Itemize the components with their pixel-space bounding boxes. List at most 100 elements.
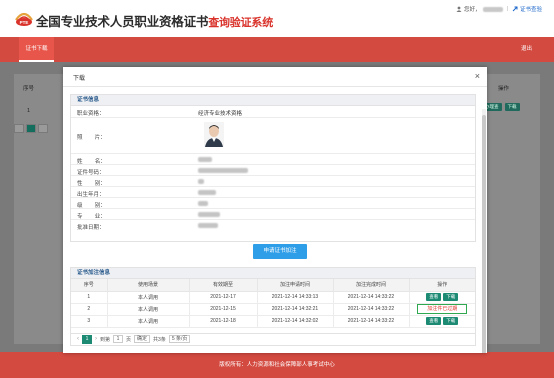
field-major: 专 业： — [71, 209, 475, 220]
field-birth: 出生年月： — [71, 187, 475, 198]
field-label: 性 别： — [77, 180, 106, 187]
field-name: 姓 名： — [71, 154, 475, 165]
username-blurred — [482, 6, 503, 12]
portrait-icon — [204, 122, 224, 147]
field-label: 照 片： — [77, 135, 106, 141]
bg-row-actions: 办理查 下载 — [482, 103, 520, 111]
field-gender: 性 别： — [71, 176, 475, 187]
table-row: 2 本人调用 2021-12-15 2021-12-14 14:32:21 20… — [71, 303, 475, 316]
modal-title: 下载 — [73, 76, 86, 82]
field-qualification: 职业资格： 经济专业技术资格 — [71, 106, 475, 118]
page-unit: 页 — [126, 336, 132, 343]
cell-op: 查看 下载 — [409, 315, 475, 328]
expired-status: 加注件已过期 — [417, 304, 468, 314]
cell-op: 查看 下载 — [409, 291, 475, 304]
cell-valid: 2021-12-18 — [189, 315, 258, 328]
modal-scrollbar[interactable] — [482, 109, 486, 353]
close-icon[interactable]: × — [475, 71, 480, 81]
bg-page-prev[interactable] — [14, 124, 24, 133]
table-row: 3 本人调用 2021-12-18 2021-12-14 14:32:02 20… — [71, 315, 475, 328]
field-value-blurred — [198, 223, 218, 229]
goto-button[interactable]: 确定 — [134, 335, 151, 343]
cell-scene: 本人调用 — [107, 303, 190, 316]
svg-text:PTE: PTE — [20, 20, 29, 25]
field-label: 证件号码： — [77, 169, 105, 176]
next-page-icon[interactable]: › — [95, 336, 97, 342]
ext-table-header: 序号 使用场景 有效期至 加注申请时间 加注完成时间 操作 — [71, 279, 475, 292]
page-size-select[interactable]: 5 条/页 — [168, 335, 191, 343]
col-done-time: 加注完成时间 — [333, 279, 410, 292]
col-scene: 使用场景 — [107, 279, 190, 292]
bg-op-header: 操作 — [498, 86, 510, 92]
view-button[interactable]: 查看 — [426, 293, 442, 301]
field-approval-date: 批准日期： — [71, 220, 475, 231]
bg-pagination — [14, 124, 48, 133]
download-button[interactable]: 下载 — [443, 293, 459, 301]
user-area: 您好， | 证书查验 — [456, 5, 542, 13]
greeting: 您好， — [464, 7, 481, 13]
bg-seq-header: 序号 — [23, 86, 35, 92]
col-op: 操作 — [409, 279, 475, 292]
field-label: 姓 名： — [77, 158, 106, 165]
cell-done-time: 2021-12-14 14:33:22 — [333, 291, 410, 304]
download-modal: 下载 × 证书信息 职业资格： 经济专业技术资格 照 片： 姓 名： 证件号码：… — [63, 67, 487, 353]
footer: 版权所有：人力资源和社会保障部人事考试中心 — [0, 352, 554, 378]
field-level: 级 别： — [71, 198, 475, 209]
cell-done-time: 2021-12-14 14:33:22 — [333, 315, 410, 328]
link-arrow-icon — [512, 6, 518, 12]
ext-info-title: 证书加注信息 — [71, 268, 475, 279]
download-button[interactable]: 下载 — [443, 317, 459, 325]
field-label: 职业资格： — [77, 111, 105, 117]
scrollbar-thumb[interactable] — [482, 115, 486, 353]
cert-info-title: 证书信息 — [71, 95, 475, 106]
cell-seq: 2 — [71, 303, 108, 316]
prev-page-icon[interactable]: ‹ — [77, 336, 79, 342]
field-label: 批准日期： — [77, 224, 105, 231]
navbar: 证书下载 退出 — [0, 37, 554, 62]
field-label: 级 别： — [77, 202, 106, 209]
col-valid: 有效期至 — [189, 279, 258, 292]
site-title: 全国专业技术人员职业资格证书查询验证系统 — [36, 15, 274, 29]
bg-page-current[interactable] — [26, 124, 36, 133]
verify-link[interactable]: 证书查验 — [520, 5, 542, 13]
cell-seq: 3 — [71, 315, 108, 328]
apply-annotation-button[interactable]: 申请证书加注 — [253, 244, 307, 259]
field-id-number: 证件号码： — [71, 165, 475, 176]
cell-done-time: 2021-12-14 14:33:22 — [333, 303, 410, 316]
header: PTE 全国专业技术人员职业资格证书查询验证系统 您好， | 证书查验 — [0, 0, 554, 37]
ext-info-section: 证书加注信息 序号 使用场景 有效期至 加注申请时间 加注完成时间 操作 1 本… — [70, 267, 476, 334]
page-current[interactable]: 1 — [82, 334, 92, 344]
bg-download-button[interactable]: 下载 — [504, 103, 520, 111]
exit-link[interactable]: 退出 — [521, 37, 532, 62]
field-value-blurred — [198, 157, 212, 163]
modal-header: 下载 × — [63, 67, 487, 87]
tab-cert-download[interactable]: 证书下载 — [19, 37, 54, 62]
col-seq: 序号 — [71, 279, 108, 292]
field-value-blurred — [198, 212, 220, 218]
page-input[interactable]: 1 — [113, 335, 124, 343]
view-button[interactable]: 查看 — [426, 317, 442, 325]
field-value-blurred — [198, 168, 248, 174]
pagination: ‹ 1 › 到第 1 页 确定 共3条 5 条/页 — [70, 333, 476, 346]
cell-scene: 本人调用 — [107, 315, 190, 328]
cell-apply-time: 2021-12-14 14:32:21 — [257, 303, 334, 316]
pte-logo-icon: PTE — [15, 12, 33, 26]
col-apply-time: 加注申请时间 — [257, 279, 334, 292]
field-value-blurred — [198, 190, 216, 196]
user-icon — [456, 6, 462, 12]
cell-op: 加注件已过期 — [409, 303, 475, 316]
bg-row-seq: 1 — [27, 108, 31, 114]
cell-apply-time: 2021-12-14 14:33:13 — [257, 291, 334, 304]
cell-apply-time: 2021-12-14 14:32:02 — [257, 315, 334, 328]
cell-valid: 2021-12-15 — [189, 303, 258, 316]
modal-body: 证书信息 职业资格： 经济专业技术资格 照 片： 姓 名： 证件号码： 性 别：… — [63, 87, 487, 353]
field-label: 专 业： — [77, 213, 106, 220]
bg-page-next[interactable] — [38, 124, 48, 133]
divider: | — [506, 6, 508, 12]
cell-seq: 1 — [71, 291, 108, 304]
goto-label: 到第 — [100, 336, 111, 343]
cert-info-section: 证书信息 职业资格： 经济专业技术资格 照 片： 姓 名： 证件号码： 性 别：… — [70, 94, 476, 242]
field-value-blurred — [198, 179, 204, 185]
field-value-blurred — [198, 201, 208, 207]
total-count: 共3条 — [153, 336, 166, 343]
